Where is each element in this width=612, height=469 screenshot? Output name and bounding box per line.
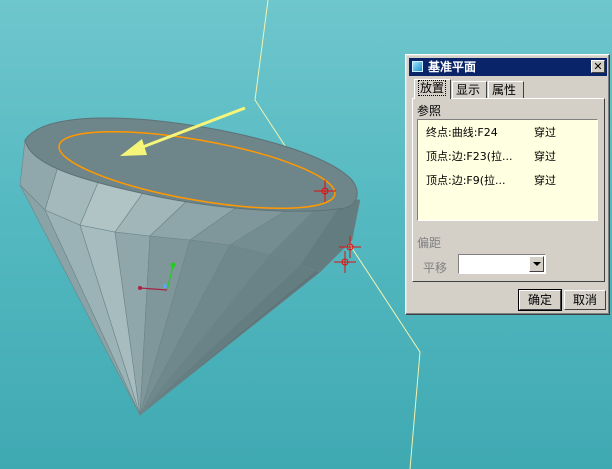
offset-label: 偏距 <box>417 236 442 250</box>
tab-properties[interactable]: 属性 <box>488 81 524 98</box>
dropdown-arrow-icon[interactable] <box>529 256 544 272</box>
datum-plane-icon <box>412 61 423 72</box>
reference-name: 顶点:边:F9(拉... <box>426 174 506 187</box>
translation-combobox[interactable] <box>458 254 546 274</box>
reference-constraint[interactable]: 穿过 <box>534 124 556 142</box>
datum-plane-dialog: 基准平面 ✕ 放置 显示 属性 参照 终点:曲线:F24 穿过 顶点:边:F23… <box>405 54 610 315</box>
reference-name: 终点:曲线:F24 <box>426 126 498 139</box>
reference-item[interactable]: 终点:曲线:F24 穿过 <box>426 124 594 142</box>
reference-name: 顶点:边:F23(拉... <box>426 150 513 163</box>
close-button[interactable]: ✕ <box>591 60 605 73</box>
placement-panel: 参照 终点:曲线:F24 穿过 顶点:边:F23(拉... 穿过 顶点:边:F9… <box>412 98 605 282</box>
dialog-title: 基准平面 <box>428 60 477 74</box>
translation-label: 平移 <box>423 261 448 275</box>
reference-item[interactable]: 顶点:边:F23(拉... 穿过 <box>426 148 594 166</box>
cancel-button[interactable]: 取消 <box>564 290 606 310</box>
references-list[interactable]: 终点:曲线:F24 穿过 顶点:边:F23(拉... 穿过 顶点:边:F9(拉.… <box>417 119 598 221</box>
reference-constraint[interactable]: 穿过 <box>534 148 556 166</box>
references-label: 参照 <box>417 104 442 118</box>
tab-display[interactable]: 显示 <box>452 81 487 98</box>
tab-properties-label: 属性 <box>492 83 517 97</box>
dialog-titlebar[interactable]: 基准平面 ✕ <box>409 58 607 76</box>
reference-item[interactable]: 顶点:边:F9(拉... 穿过 <box>426 172 594 190</box>
tab-display-label: 显示 <box>456 83 481 97</box>
reference-constraint[interactable]: 穿过 <box>534 172 556 190</box>
tab-placement-label: 放置 <box>418 80 447 96</box>
tab-placement[interactable]: 放置 <box>414 79 451 99</box>
ok-button[interactable]: 确定 <box>518 289 562 311</box>
